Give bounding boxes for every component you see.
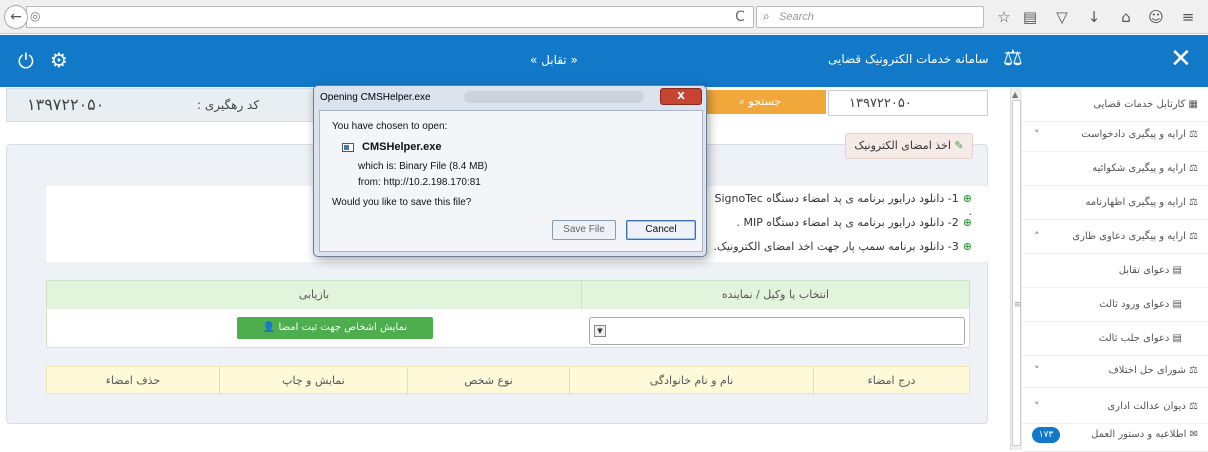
document-icon: ▤ [1169,333,1182,344]
system-title: سامانه خدمات الکترونیک قضایی [828,52,989,66]
url-bar[interactable] [26,6,754,28]
page-caption: « تقابل » [530,53,578,67]
gear-icon[interactable]: ⚙ [50,48,68,72]
reload-icon[interactable]: C [728,5,752,29]
globe-icon: ◎ [30,9,41,23]
cancel-button[interactable]: Cancel [626,220,696,240]
chevron-down-icon: ˅ [1034,128,1040,141]
announcement-icon: ✉ [1186,429,1198,440]
representative-select[interactable]: ▼ [589,317,965,345]
col-person-type: نوع شخص [407,367,569,395]
search-button-label: جستجو [748,95,782,108]
clipboard-icon[interactable]: ▤ [1020,7,1040,27]
blurred-title-background [464,91,644,103]
file-icon [342,143,354,152]
file-open-dialog: Opening CMSHelper.exe X You have chosen … [313,85,707,257]
edit-icon: ✎ [954,139,964,152]
plus-circle-icon: ⊕ [962,216,972,229]
download-link-3[interactable]: ⊕3- دانلود برنامه سمپ پار جهت اخذ امضای … [700,240,973,253]
star-icon[interactable]: ☆ [994,7,1014,27]
col-full-name: نام و نام خانوادگی [569,367,813,395]
scales-icon: ⚖ [1185,163,1198,174]
sidebar-item-judicial-services[interactable]: ▦ کارتابل خدمات قضایی [1022,88,1208,122]
chevron-down-icon: ˅ [1034,364,1040,377]
pocket-icon[interactable]: ▽ [1052,7,1072,27]
col-view-print: نمایش و چاپ [219,367,407,395]
tracking-input[interactable]: ۱۳۹۷۲۲۰۵۰ [828,90,988,116]
dialog-file-type: which is: Binary File (8.4 MB) [358,161,488,172]
dialog-intro: You have chosen to open: [332,121,448,132]
home-icon[interactable]: ⌂ [1116,7,1136,27]
search-placeholder: Search [779,11,814,23]
sign-tag-label: اخذ امضای الکترونیک [854,139,951,152]
tracking-code-value: ۱۳۹۷۲۲۰۵۰ [27,95,105,114]
tracking-code-label: کد رهگیری : [197,98,260,112]
chat-icon[interactable]: ☺ [1146,7,1166,27]
show-people-label: نمایش اشخاص جهت ثبت امضا [278,322,408,333]
search-icon: ⌕ [763,9,770,23]
plus-circle-icon: ⊕ [962,192,972,205]
menu-icon[interactable]: ≡ [1178,7,1198,27]
signers-table-header: حذف امضاء نمایش و چاپ نوع شخص نام و نام … [46,366,970,395]
sidebar: ▦ کارتابل خدمات قضایی ⚖ ارایه و پیگیری د… [1022,88,1208,452]
scroll-grip-icon: ≡ [1014,300,1022,310]
power-icon[interactable]: ⏻ [18,49,34,73]
back-arrow-icon[interactable]: ← [4,5,28,29]
scroll-up-icon[interactable]: ▲ [1012,90,1018,99]
sidebar-item-dispute-council[interactable]: ⚖ شورای حل اختلاف ˅ [1022,354,1208,388]
document-icon: ▤ [1169,265,1182,276]
sidebar-item-counterclaim[interactable]: ▤ دعوای تقابل [1022,254,1208,288]
plus-circle-icon: ⊕ [962,240,972,253]
show-people-button[interactable]: 👤 نمایش اشخاص جهت ثبت امضا [237,317,433,339]
assignment-table: بازیابی انتخاب یا وکیل / نماینده 👤 نمایش… [46,280,970,348]
search-button[interactable]: ⌕ جستجو [694,90,826,114]
save-file-button[interactable]: Save File [552,220,616,240]
download-link-1[interactable]: ⊕1- دانلود درایور برنامه ی پد امضاء دستگ… [712,192,972,218]
announcement-count-badge: ۱۷۳ [1032,427,1060,443]
sidebar-item-petition[interactable]: ⚖ ارایه و پیگیری دادخواست ˅ [1022,118,1208,152]
scales-of-justice-icon: ⚖ [1003,46,1023,71]
dialog-close-button[interactable]: X [660,88,702,105]
col-delete-signature: حذف امضاء [105,374,161,387]
scales-icon: ⚖ [1185,401,1198,412]
retrieve-header: بازیابی [47,281,581,309]
sidebar-item-third-party-entry[interactable]: ▤ دعوای ورود ثالث [1022,288,1208,322]
scales-icon: ⚖ [1185,129,1198,140]
sidebar-item-incidental-claims[interactable]: ⚖ ارایه و پیگیری دعاوی طاری ˄ [1022,220,1208,254]
dialog-body: You have chosen to open: CMSHelper.exe w… [319,110,703,252]
dropdown-arrow-icon[interactable]: ▼ [594,325,606,337]
close-icon[interactable]: ✕ [1170,44,1192,74]
dialog-question: Would you like to save this file? [332,197,472,208]
tracking-code-bar: ۱۳۹۷۲۲۰۵۰ کد رهگیری : [6,88,326,122]
sidebar-item-declaration[interactable]: ⚖ ارایه و پیگیری اظهارنامه [1022,186,1208,220]
browser-toolbar: ← ◎ C ⌕ Search ☆ ▤ ▽ ↓ ⌂ ☺ ≡ [0,0,1208,34]
sidebar-item-announcements[interactable]: ✉ اطلاعیه و دستور العمل ۱۷۳ [1022,418,1208,452]
scales-icon: ⚖ [1185,365,1198,376]
app-header: ⏻ ⚙ « تقابل » سامانه خدمات الکترونیک قضا… [0,35,1208,87]
sidebar-item-third-party-joinder[interactable]: ▤ دعوای جلب ثالث [1022,322,1208,356]
chevron-up-icon: ˄ [1034,230,1040,243]
download-icon[interactable]: ↓ [1084,7,1104,27]
sidebar-item-complaint[interactable]: ⚖ ارایه و پیگیری شکوائیه [1022,152,1208,186]
document-icon: ▤ [1169,299,1182,310]
dialog-filename: CMSHelper.exe [362,141,442,153]
col-insert-signature: درج امضاء [813,367,969,395]
representative-header: انتخاب یا وکیل / نماینده [581,281,969,309]
dialog-file-source: from: http://10.2.198.170:81 [358,177,481,188]
scrollbar-thumb[interactable] [1012,100,1021,446]
scales-icon: ⚖ [1185,197,1198,208]
download-link-2[interactable]: ⊕2- دانلود درایور برنامه ی پد امضاء دستگ… [712,216,972,229]
electronic-signature-tab[interactable]: ✎ اخذ امضای الکترونیک [845,133,973,159]
scales-icon: ⚖ [1185,231,1198,242]
grid-icon: ▦ [1185,99,1198,110]
browser-search-input[interactable]: ⌕ Search [756,6,984,28]
dialog-title: Opening CMSHelper.exe [320,92,431,103]
